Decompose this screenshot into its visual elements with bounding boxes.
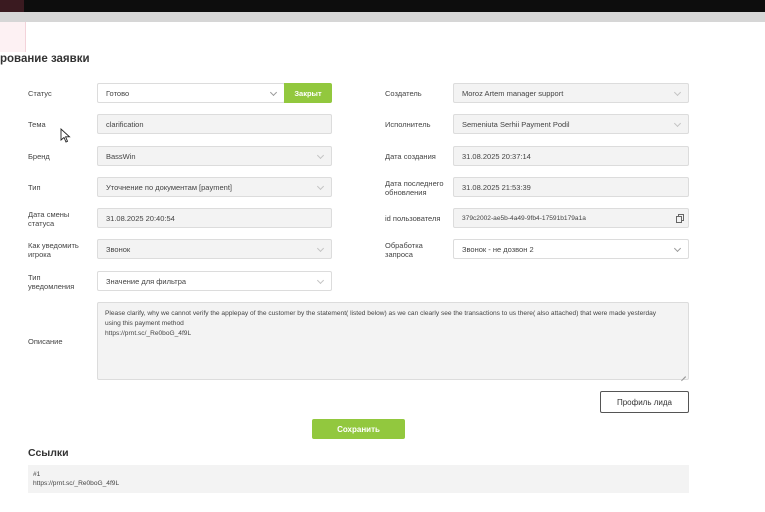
status-value: Готово	[106, 88, 130, 98]
top-bar	[0, 0, 765, 12]
updated-date-field: 31.08.2025 21:53:39	[453, 177, 689, 197]
type-value: Уточнение по документам [payment]	[106, 182, 232, 192]
type-label: Тип	[28, 183, 41, 192]
side-panel-edge	[0, 22, 26, 52]
page-title: рование заявки	[0, 53, 90, 65]
description-textarea[interactable]: Please clarify, why we cannot verify the…	[97, 302, 689, 380]
links-list: #1 https://prnt.sc/_Re0boG_4f9L	[28, 465, 689, 493]
creator-value: Moroz Artem manager support	[462, 88, 564, 98]
chevron-down-icon	[673, 119, 682, 128]
chevron-down-icon	[269, 88, 278, 97]
assignee-label: Исполнитель	[385, 120, 431, 129]
updated-date-label: Дата последнего обновления	[385, 179, 444, 197]
copy-icon[interactable]	[676, 214, 684, 223]
user-id-field: 379c2002-ae5b-4a49-9fb4-17591b179a1a	[453, 208, 689, 228]
status-change-date-label: Дата смены статуса	[28, 210, 70, 228]
creator-label: Создатель	[385, 89, 422, 98]
lead-profile-button[interactable]: Профиль лида	[600, 391, 689, 413]
links-title: Ссылки	[28, 447, 69, 459]
status-select[interactable]: Готово	[97, 83, 285, 103]
brand-select[interactable]: BassWin	[97, 146, 332, 166]
description-label: Описание	[28, 337, 63, 346]
chevron-down-icon	[316, 151, 325, 160]
notify-type-select[interactable]: Значение для фильтра	[97, 271, 332, 291]
chevron-down-icon	[673, 88, 682, 97]
request-processing-value: Звонок - не дозвон 2	[462, 244, 534, 254]
request-processing-select[interactable]: Звонок - не дозвон 2	[453, 239, 689, 259]
created-date-label: Дата создания	[385, 152, 436, 161]
topic-value: clarification	[106, 119, 144, 129]
mouse-cursor-icon	[60, 128, 71, 143]
status-change-date-value: 31.08.2025 20:40:54	[106, 213, 175, 223]
chevron-down-icon	[673, 244, 682, 253]
created-date-field: 31.08.2025 20:37:14	[453, 146, 689, 166]
brand-value: BassWin	[106, 151, 136, 161]
creator-select[interactable]: Moroz Artem manager support	[453, 83, 689, 103]
save-button[interactable]: Сохранить	[312, 419, 405, 439]
updated-date-value: 31.08.2025 21:53:39	[462, 182, 531, 192]
notify-player-select[interactable]: Звонок	[97, 239, 332, 259]
scrollbar-track[interactable]	[0, 12, 765, 22]
created-date-value: 31.08.2025 20:37:14	[462, 151, 531, 161]
top-bar-accent	[0, 0, 24, 12]
assignee-value: Semeniuta Serhii Payment Podil	[462, 119, 570, 129]
assignee-select[interactable]: Semeniuta Serhii Payment Podil	[453, 114, 689, 134]
chevron-down-icon	[316, 276, 325, 285]
notify-type-label: Тип уведомления	[28, 273, 75, 291]
brand-label: Бренд	[28, 152, 50, 161]
type-select[interactable]: Уточнение по документам [payment]	[97, 177, 332, 197]
request-processing-label: Обработка запроса	[385, 241, 423, 259]
notify-type-placeholder: Значение для фильтра	[106, 276, 187, 286]
status-change-date-field: 31.08.2025 20:40:54	[97, 208, 332, 228]
notify-player-label: Как уведомить игрока	[28, 241, 79, 259]
description-line: https://prnt.sc/_Re0boG_4f9L	[105, 330, 192, 337]
link-number: #1	[33, 471, 41, 478]
status-label: Статус	[28, 89, 52, 98]
topic-input[interactable]: clarification	[97, 114, 332, 134]
resize-handle-icon[interactable]	[680, 371, 686, 377]
chevron-down-icon	[316, 244, 325, 253]
description-line: Please clarify, why we cannot verify the…	[105, 310, 657, 317]
notify-player-value: Звонок	[106, 244, 131, 254]
topic-label: Тема	[28, 120, 46, 129]
user-id-value: 379c2002-ae5b-4a49-9fb4-17591b179a1a	[462, 214, 586, 222]
link-url[interactable]: https://prnt.sc/_Re0boG_4f9L	[33, 479, 684, 488]
user-id-label: id пользователя	[385, 214, 441, 223]
chevron-down-icon	[316, 182, 325, 191]
closed-button[interactable]: Закрыт	[284, 83, 332, 103]
description-line: using this payment method	[105, 320, 184, 327]
